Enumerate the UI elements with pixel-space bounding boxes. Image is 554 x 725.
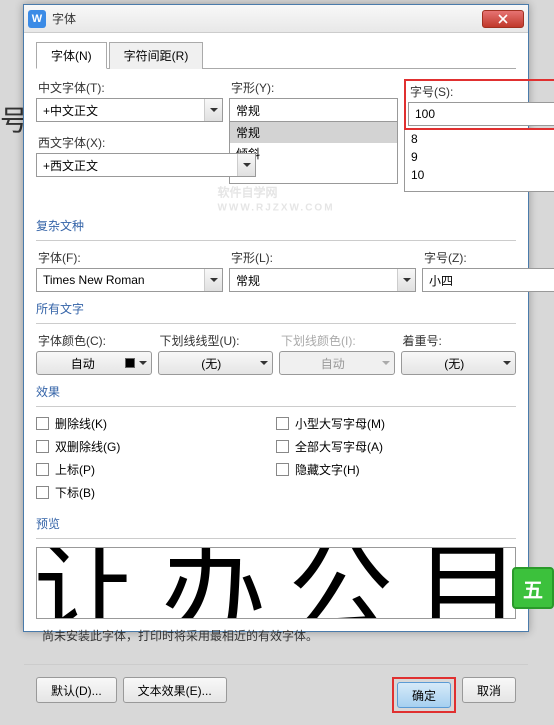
size-option-8[interactable]: 8 bbox=[405, 130, 554, 148]
underline-button[interactable]: (无) bbox=[158, 351, 274, 375]
checkbox-icon bbox=[36, 486, 49, 499]
close-icon bbox=[498, 14, 508, 24]
chevron-down-icon bbox=[260, 359, 268, 367]
chinese-font-combo[interactable] bbox=[36, 98, 223, 122]
preview-text: 让 办 公 目 bbox=[36, 547, 516, 619]
chk-small-caps[interactable]: 小型大写字母(M) bbox=[276, 415, 516, 432]
chk-superscript[interactable]: 上标(P) bbox=[36, 461, 276, 478]
chevron-down-icon bbox=[382, 359, 390, 367]
western-font-label: 西文字体(X): bbox=[36, 134, 256, 151]
complex-style-combo[interactable] bbox=[229, 268, 416, 292]
complex-font-combo[interactable] bbox=[36, 268, 223, 292]
western-font-input[interactable] bbox=[37, 154, 237, 176]
western-font-arrow[interactable] bbox=[237, 154, 255, 176]
button-bar: 默认(D)... 文本效果(E)... 确定 取消 bbox=[24, 664, 528, 725]
cancel-button[interactable]: 取消 bbox=[462, 677, 516, 703]
size-highlight-box: 字号(S): bbox=[404, 79, 554, 130]
complex-style-label: 字形(L): bbox=[229, 249, 416, 266]
emphasis-button[interactable]: (无) bbox=[401, 351, 517, 375]
checkbox-icon bbox=[36, 463, 49, 476]
size-top-label: 字号(S): bbox=[408, 83, 554, 100]
underline-color-label: 下划线颜色(I): bbox=[279, 332, 395, 349]
complex-size-combo[interactable] bbox=[422, 268, 554, 292]
tab-font[interactable]: 字体(N) bbox=[36, 42, 107, 69]
chk-double-strikethrough[interactable]: 双删除线(G) bbox=[36, 438, 276, 455]
complex-font-input[interactable] bbox=[37, 269, 204, 291]
checkbox-icon bbox=[36, 440, 49, 453]
checkbox-icon bbox=[276, 463, 289, 476]
complex-style-input[interactable] bbox=[230, 269, 397, 291]
app-icon: W bbox=[28, 10, 46, 28]
checkbox-icon bbox=[276, 417, 289, 430]
text-effect-button[interactable]: 文本效果(E)... bbox=[123, 677, 227, 703]
complex-font-arrow[interactable] bbox=[204, 269, 222, 291]
font-color-button[interactable]: 自动 bbox=[36, 351, 152, 375]
western-font-combo[interactable] bbox=[36, 153, 256, 177]
checkbox-icon bbox=[276, 440, 289, 453]
chinese-font-input[interactable] bbox=[37, 99, 204, 121]
size-option-9[interactable]: 9 bbox=[405, 148, 554, 166]
font-color-label: 字体颜色(C): bbox=[36, 332, 152, 349]
alltext-title: 所有文字 bbox=[36, 300, 516, 317]
style-top-label: 字形(Y): bbox=[229, 79, 398, 96]
ok-highlight-box: 确定 bbox=[392, 677, 456, 713]
ok-button[interactable]: 确定 bbox=[397, 682, 451, 708]
ime-indicator[interactable]: 五 bbox=[512, 567, 554, 609]
size-top-input[interactable] bbox=[409, 103, 554, 125]
checkbox-icon bbox=[36, 417, 49, 430]
complex-size-input[interactable] bbox=[423, 269, 554, 291]
preview-box: 让 办 公 目 bbox=[36, 547, 516, 619]
style-top-combo[interactable] bbox=[229, 98, 398, 122]
complex-size-label: 字号(Z): bbox=[422, 249, 554, 266]
window-title: 字体 bbox=[52, 10, 482, 27]
complex-font-label: 字体(F): bbox=[36, 249, 223, 266]
chk-strikethrough[interactable]: 删除线(K) bbox=[36, 415, 276, 432]
tab-bar: 字体(N) 字符间距(R) bbox=[36, 41, 516, 69]
underline-label: 下划线线型(U): bbox=[158, 332, 274, 349]
color-swatch-icon bbox=[125, 358, 135, 368]
complex-title: 复杂文种 bbox=[36, 217, 516, 234]
chevron-down-icon bbox=[503, 359, 511, 367]
chk-subscript[interactable]: 下标(B) bbox=[36, 484, 276, 501]
style-top-input[interactable] bbox=[230, 99, 397, 121]
titlebar: W 字体 bbox=[24, 5, 528, 33]
watermark: 软件自学网 WWW.RJZXW.COM bbox=[217, 177, 334, 214]
chk-all-caps[interactable]: 全部大写字母(A) bbox=[276, 438, 516, 455]
chinese-font-arrow[interactable] bbox=[204, 99, 222, 121]
font-note: 尚未安装此字体，打印时将采用最相近的有效字体。 bbox=[42, 627, 516, 644]
size-top-combo[interactable] bbox=[408, 102, 554, 126]
chevron-down-icon bbox=[139, 359, 147, 367]
chk-hidden[interactable]: 隐藏文字(H) bbox=[276, 461, 516, 478]
chinese-font-label: 中文字体(T): bbox=[36, 79, 223, 96]
underline-color-button: 自动 bbox=[279, 351, 395, 375]
complex-style-arrow[interactable] bbox=[397, 269, 415, 291]
emphasis-label: 着重号: bbox=[401, 332, 517, 349]
effects-title: 效果 bbox=[36, 383, 516, 400]
font-dialog: W 字体 字体(N) 字符间距(R) 中文字体(T): 字形(Y): bbox=[23, 4, 529, 632]
close-button[interactable] bbox=[482, 10, 524, 28]
preview-title: 预览 bbox=[36, 515, 516, 532]
default-button[interactable]: 默认(D)... bbox=[36, 677, 117, 703]
tab-char-spacing[interactable]: 字符间距(R) bbox=[109, 42, 204, 69]
